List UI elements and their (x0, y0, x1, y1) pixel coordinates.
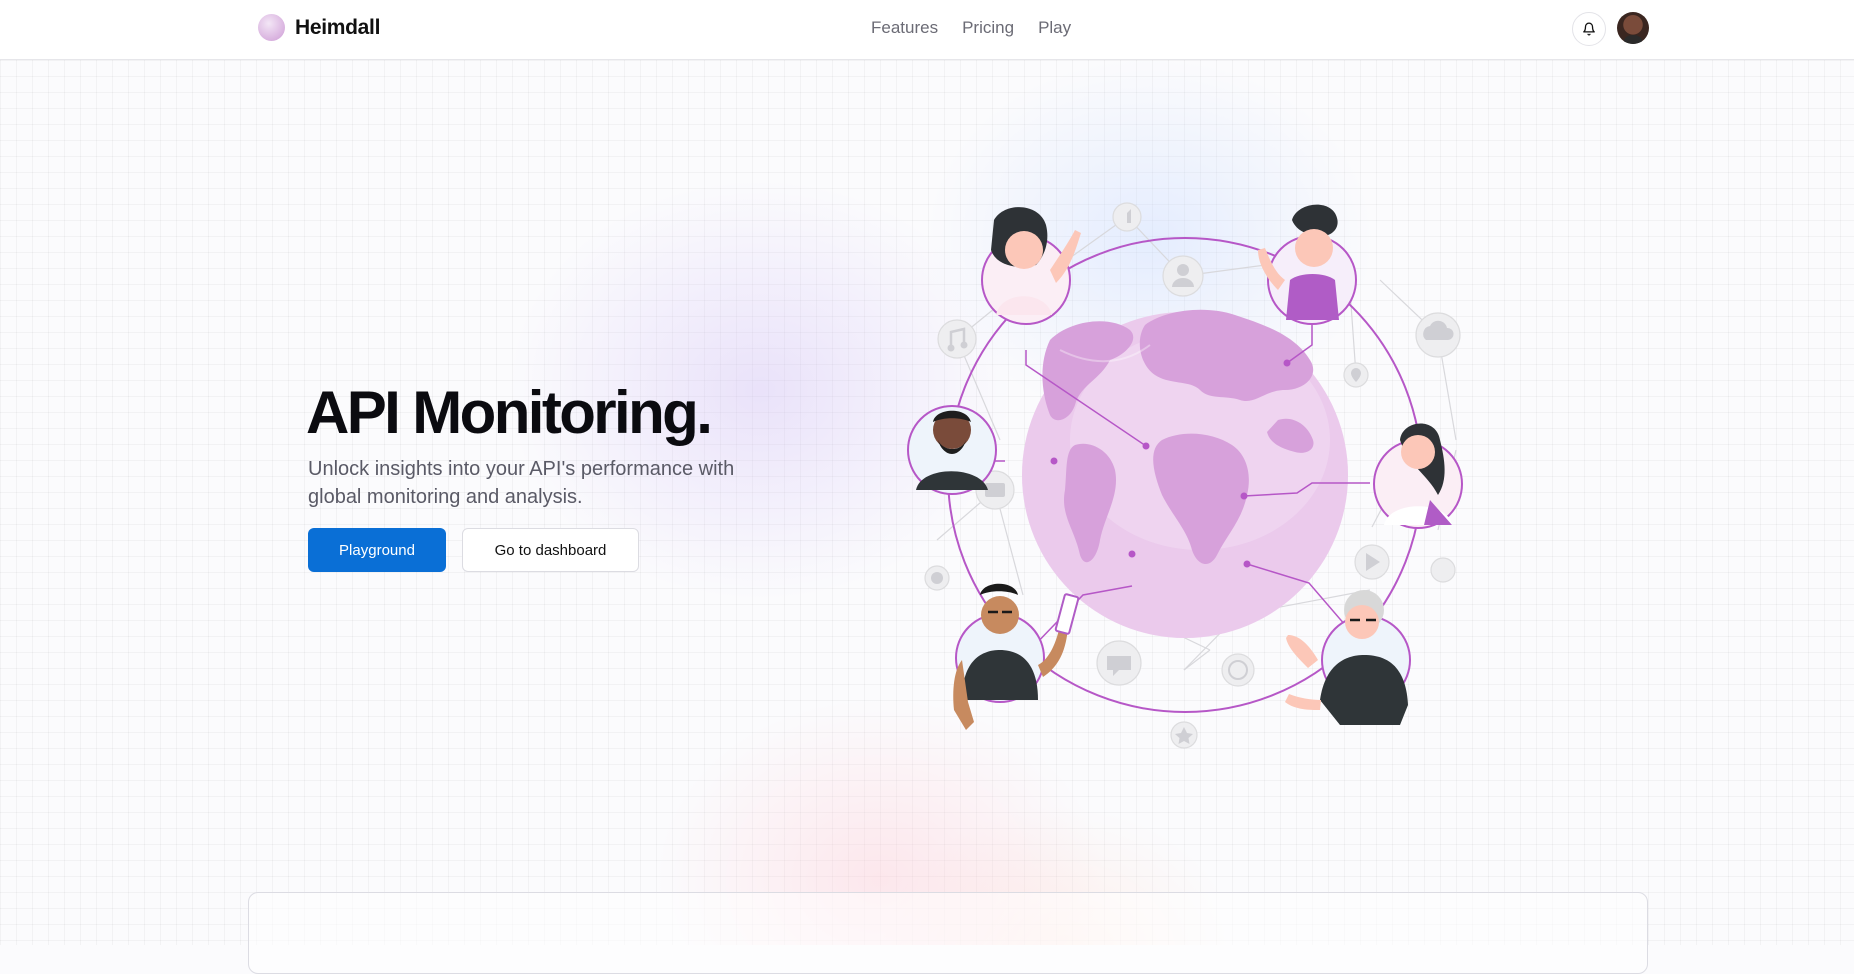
bell-icon (1583, 22, 1595, 36)
app-name: Heimdall (295, 15, 381, 39)
nav-links: Features Pricing Play (871, 18, 1071, 38)
user-avatar[interactable] (1617, 12, 1649, 44)
nav-link-play[interactable]: Play (1038, 18, 1071, 38)
globe-logo-icon (258, 14, 285, 41)
dashboard-button[interactable]: Go to dashboard (462, 528, 639, 572)
top-nav: Heimdall Features Pricing Play (0, 0, 1854, 60)
nav-link-pricing[interactable]: Pricing (962, 18, 1014, 38)
notifications-button[interactable] (1572, 12, 1606, 46)
hero-subtitle: Unlock insights into your API's performa… (308, 458, 735, 508)
global-network-illustration (907, 202, 1463, 749)
nav-link-features[interactable]: Features (871, 18, 938, 38)
hero-title: API Monitoring. (306, 379, 713, 446)
logo[interactable]: Heimdall (258, 14, 380, 41)
playground-button[interactable]: Playground (308, 528, 446, 572)
preview-card (248, 892, 1648, 974)
